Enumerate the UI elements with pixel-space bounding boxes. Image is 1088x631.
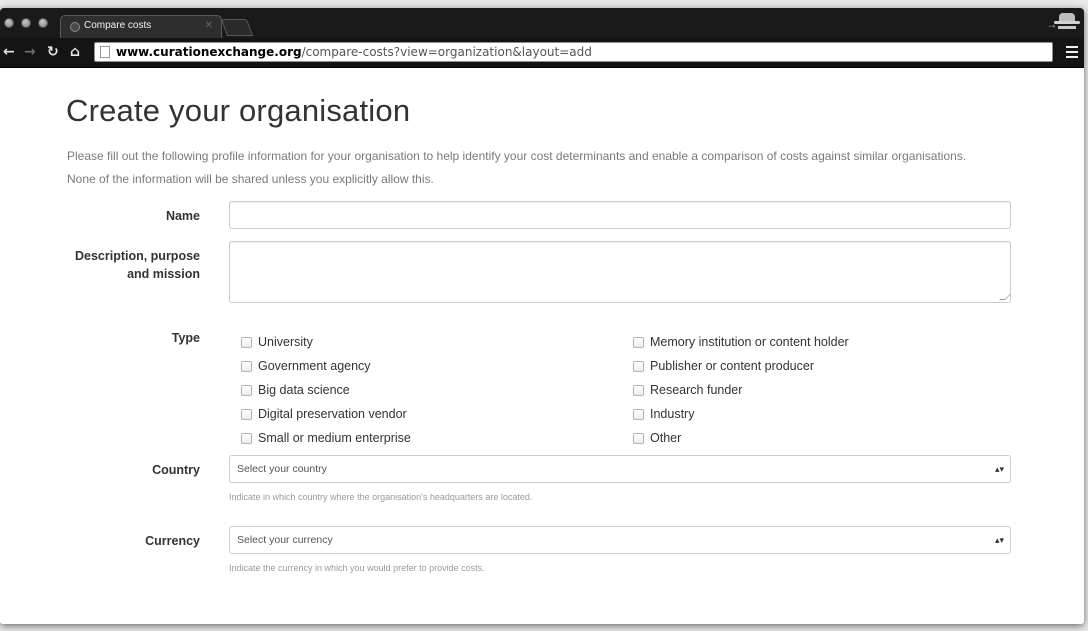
- select-arrows-icon: ▴▾: [994, 535, 1004, 545]
- minimize-window-button[interactable]: [21, 18, 31, 28]
- currency-select-value: Select your currency: [237, 534, 333, 546]
- type-label: Type: [171, 331, 200, 345]
- type-option-label: Big data science: [258, 383, 350, 397]
- type-option-label: University: [258, 335, 313, 349]
- page-title: Create your organisation: [66, 93, 411, 128]
- type-option-other[interactable]: Other: [633, 426, 849, 450]
- checkbox[interactable]: [241, 384, 252, 396]
- new-tab-button[interactable]: [220, 19, 254, 36]
- type-option-label: Research funder: [650, 383, 743, 397]
- type-option-memory-institution[interactable]: Memory institution or content holder: [633, 330, 849, 354]
- close-window-button[interactable]: [4, 18, 14, 28]
- page-content: Create your organisation Please fill out…: [0, 69, 1084, 624]
- country-help-text: Indicate in which country where the orga…: [229, 492, 533, 502]
- checkbox[interactable]: [633, 408, 644, 420]
- back-arrow-icon[interactable]: ←: [3, 44, 15, 60]
- checkbox[interactable]: [633, 384, 644, 396]
- type-option-label: Publisher or content producer: [650, 359, 814, 373]
- page-icon: [100, 46, 110, 58]
- type-option-industry[interactable]: Industry: [633, 402, 849, 426]
- close-tab-icon[interactable]: ✕: [205, 20, 213, 31]
- checkbox[interactable]: [241, 432, 252, 444]
- type-option-label: Other: [650, 431, 682, 445]
- description-label-line1: Description, purpose: [74, 249, 200, 263]
- currency-help-text: Indicate the currency in which you would…: [229, 563, 485, 573]
- address-bar[interactable]: www.curationexchange.org/compare-costs?v…: [94, 42, 1053, 62]
- type-option-label: Small or medium enterprise: [258, 431, 411, 445]
- type-option-label: Industry: [650, 407, 695, 421]
- name-label: Name: [165, 209, 200, 223]
- description-label-line2: and mission: [127, 267, 200, 281]
- country-select[interactable]: Select your country ▴▾: [229, 455, 1011, 483]
- intro-text: Please fill out the following profile in…: [67, 149, 967, 186]
- country-select-value: Select your country: [237, 463, 327, 475]
- checkbox[interactable]: [633, 336, 644, 348]
- type-option-government-agency[interactable]: Government agency: [241, 354, 411, 378]
- favicon-icon: [70, 22, 80, 32]
- type-column-right: Memory institution or content holder Pub…: [633, 330, 849, 450]
- type-option-research-funder[interactable]: Research funder: [633, 378, 849, 402]
- forward-arrow-icon[interactable]: →: [24, 44, 36, 60]
- type-option-big-data-science[interactable]: Big data science: [241, 378, 411, 402]
- type-option-label: Digital preservation vendor: [258, 407, 407, 421]
- checkbox[interactable]: [633, 360, 644, 372]
- menu-icon[interactable]: [1066, 46, 1078, 58]
- browser-tab[interactable]: Compare costs ✕: [60, 15, 222, 38]
- checkbox[interactable]: [241, 336, 252, 348]
- browser-window: Compare costs ✕ ⊸ ← → ↻ ⌂ www.curationex…: [0, 8, 1084, 624]
- type-option-digital-preservation-vendor[interactable]: Digital preservation vendor: [241, 402, 411, 426]
- type-column-left: University Government agency Big data sc…: [241, 330, 411, 450]
- country-label: Country: [152, 463, 200, 477]
- url-path: /compare-costs?view=organization&layout=…: [301, 45, 592, 59]
- url-text: www.curationexchange.org/compare-costs?v…: [116, 43, 592, 61]
- maximize-window-button[interactable]: [38, 18, 48, 28]
- currency-select[interactable]: Select your currency ▴▾: [229, 526, 1011, 554]
- type-option-sme[interactable]: Small or medium enterprise: [241, 426, 411, 450]
- checkbox[interactable]: [241, 360, 252, 372]
- checkbox[interactable]: [241, 408, 252, 420]
- browser-toolbar: ← → ↻ ⌂ www.curationexchange.org/compare…: [0, 38, 1084, 68]
- description-label: Description, purpose and mission: [75, 247, 200, 283]
- checkbox[interactable]: [633, 432, 644, 444]
- name-input[interactable]: [229, 201, 1011, 229]
- reload-icon[interactable]: ↻: [47, 44, 59, 60]
- type-option-publisher[interactable]: Publisher or content producer: [633, 354, 849, 378]
- type-option-university[interactable]: University: [241, 330, 411, 354]
- type-option-label: Government agency: [258, 359, 371, 373]
- currency-label: Currency: [145, 534, 200, 548]
- description-textarea[interactable]: [229, 241, 1011, 303]
- select-arrows-icon: ▴▾: [994, 464, 1004, 474]
- type-option-label: Memory institution or content holder: [650, 335, 849, 349]
- home-icon[interactable]: ⌂: [70, 44, 80, 60]
- resize-handle-icon[interactable]: [999, 294, 1011, 300]
- title-bar: Compare costs ✕ ⊸: [0, 8, 1084, 38]
- url-domain: www.curationexchange.org: [116, 45, 302, 59]
- tab-title: Compare costs: [84, 20, 152, 31]
- incognito-icon: ⊸: [1048, 11, 1082, 37]
